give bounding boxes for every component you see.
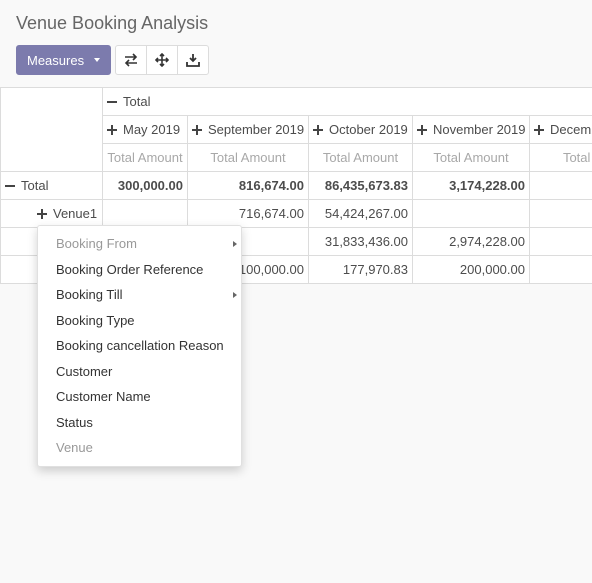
pivot-cell: 31,833,436.00	[308, 227, 413, 256]
col-header-october-2019[interactable]: October 2019	[308, 115, 413, 144]
pivot-cell: 2,974,228.00	[412, 227, 530, 256]
caret-right-icon	[233, 241, 237, 247]
flip-axis-icon	[124, 53, 138, 67]
measures-label: Measures	[27, 52, 85, 68]
collapse-icon	[107, 97, 117, 107]
groupby-dropdown-menu: Booking From Booking Order Reference Boo…	[37, 225, 242, 467]
col-header-november-2019[interactable]: November 2019	[412, 115, 530, 144]
measure-header[interactable]: Total Amount	[187, 143, 309, 172]
menu-item-venue[interactable]: Venue	[56, 438, 241, 458]
menu-item-booking-order-reference[interactable]: Booking Order Reference	[56, 260, 241, 280]
download-button[interactable]	[177, 45, 210, 75]
measures-button[interactable]: Measures	[16, 45, 112, 75]
pivot-cell: 90	[528, 171, 592, 200]
pivot-cell	[528, 255, 592, 284]
table-row: Venue1 716,674.00 54,424,267.00 90	[0, 199, 592, 228]
pivot-cell	[412, 199, 530, 228]
pivot-cell: 816,674.00	[187, 171, 309, 200]
pivot-cell	[102, 199, 188, 228]
menu-item-status[interactable]: Status	[56, 413, 241, 433]
menu-item-booking-cancellation-reason[interactable]: Booking cancellation Reason	[56, 336, 241, 356]
expand-icon	[417, 125, 427, 135]
pivot-action-group	[115, 45, 210, 75]
menu-item-booking-type[interactable]: Booking Type	[56, 311, 241, 331]
table-row: Total 300,000.00 816,674.00 86,435,673.8…	[0, 171, 592, 200]
pivot-cell: 177,970.83	[308, 255, 413, 284]
row-header-venue1[interactable]: Venue1	[0, 199, 103, 228]
download-icon	[186, 54, 200, 67]
expand-all-icon	[155, 53, 170, 67]
measure-header[interactable]: Total Amount	[412, 143, 530, 172]
pivot-toolbar: Measures	[16, 45, 210, 75]
pivot-cell: 200,000.00	[412, 255, 530, 284]
expand-all-button[interactable]	[146, 45, 179, 75]
caret-right-icon	[233, 292, 237, 298]
measure-header[interactable]: Total Amount	[102, 143, 188, 172]
pivot-cell: 86,435,673.83	[308, 171, 413, 200]
menu-item-booking-till[interactable]: Booking Till	[56, 285, 241, 305]
expand-icon	[107, 125, 117, 135]
expand-icon	[313, 125, 323, 135]
col-header-september-2019[interactable]: September 2019	[187, 115, 309, 144]
menu-item-customer-name[interactable]: Customer Name	[56, 387, 241, 407]
measure-header[interactable]: Total Amount	[528, 143, 592, 172]
menu-item-booking-from[interactable]: Booking From	[56, 234, 241, 254]
pivot-cell: 300,000.00	[102, 171, 188, 200]
pivot-cell: 54,424,267.00	[308, 199, 413, 228]
col-header-may-2019[interactable]: May 2019	[102, 115, 188, 144]
expand-icon	[37, 209, 47, 219]
pivot-cell	[528, 227, 592, 256]
expand-icon	[534, 125, 544, 135]
menu-item-customer[interactable]: Customer	[56, 362, 241, 382]
page-title: Venue Booking Analysis	[16, 13, 209, 33]
row-header-total[interactable]: Total	[0, 171, 103, 200]
col-header-december-2019[interactable]: December 2019	[528, 115, 592, 144]
measure-header[interactable]: Total Amount	[308, 143, 413, 172]
flip-axis-button[interactable]	[115, 45, 148, 75]
expand-icon	[192, 125, 202, 135]
pivot-cell: 716,674.00	[187, 199, 309, 228]
col-header-total[interactable]: Total	[101, 87, 592, 116]
pivot-cell: 3,174,228.00	[412, 171, 530, 200]
collapse-icon	[5, 181, 15, 191]
pivot-cell: 90	[528, 199, 592, 228]
caret-down-icon	[94, 58, 101, 62]
pivot-corner-cell	[0, 87, 103, 172]
